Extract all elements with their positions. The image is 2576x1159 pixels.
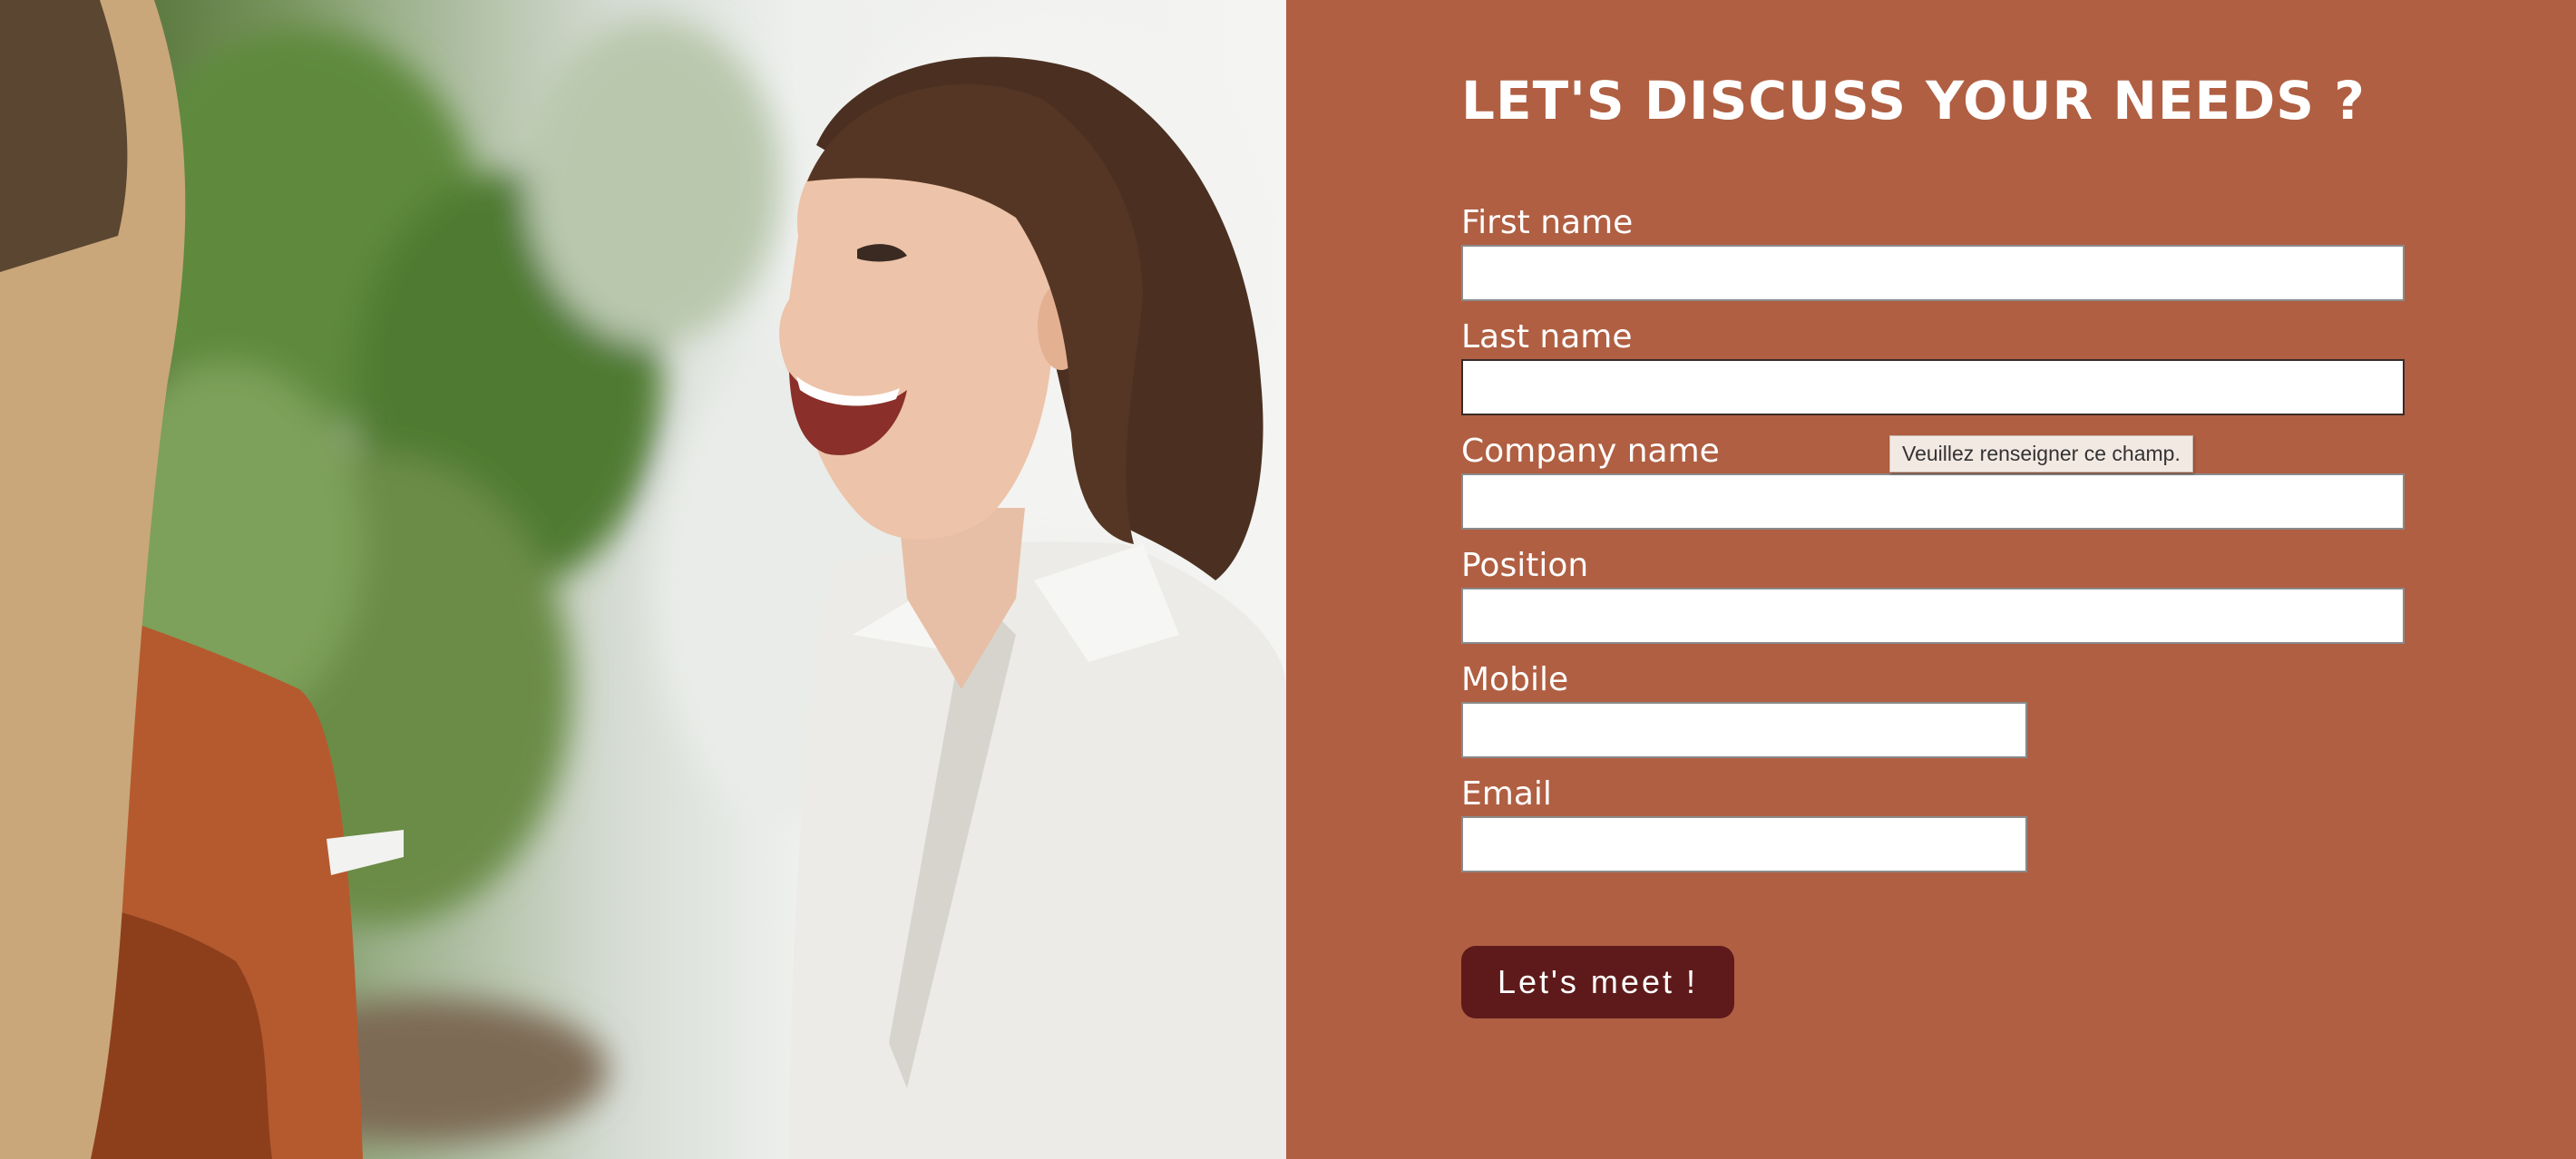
mobile-input[interactable] xyxy=(1461,702,2027,758)
person-right xyxy=(779,56,1286,1159)
first-name-input[interactable] xyxy=(1461,245,2405,301)
last-name-input[interactable] xyxy=(1461,359,2405,415)
mobile-label: Mobile xyxy=(1461,661,1569,698)
email-input[interactable] xyxy=(1461,816,2027,872)
email-label: Email xyxy=(1461,775,1552,813)
hero-photo xyxy=(0,0,1286,1159)
position-input[interactable] xyxy=(1461,588,2405,644)
company-name-label: Company name xyxy=(1461,433,1720,470)
company-name-input[interactable] xyxy=(1461,473,2405,530)
position-label: Position xyxy=(1461,547,1589,584)
validation-tooltip: Veuillez renseigner ce champ. xyxy=(1889,435,2193,472)
photo-illustration xyxy=(0,0,1286,1159)
form-title: LET'S DISCUSS YOUR NEEDS ? xyxy=(1461,70,2366,131)
submit-button[interactable]: Let's meet ! xyxy=(1461,946,1734,1018)
last-name-label: Last name xyxy=(1461,318,1633,355)
first-name-label: First name xyxy=(1461,204,1634,241)
